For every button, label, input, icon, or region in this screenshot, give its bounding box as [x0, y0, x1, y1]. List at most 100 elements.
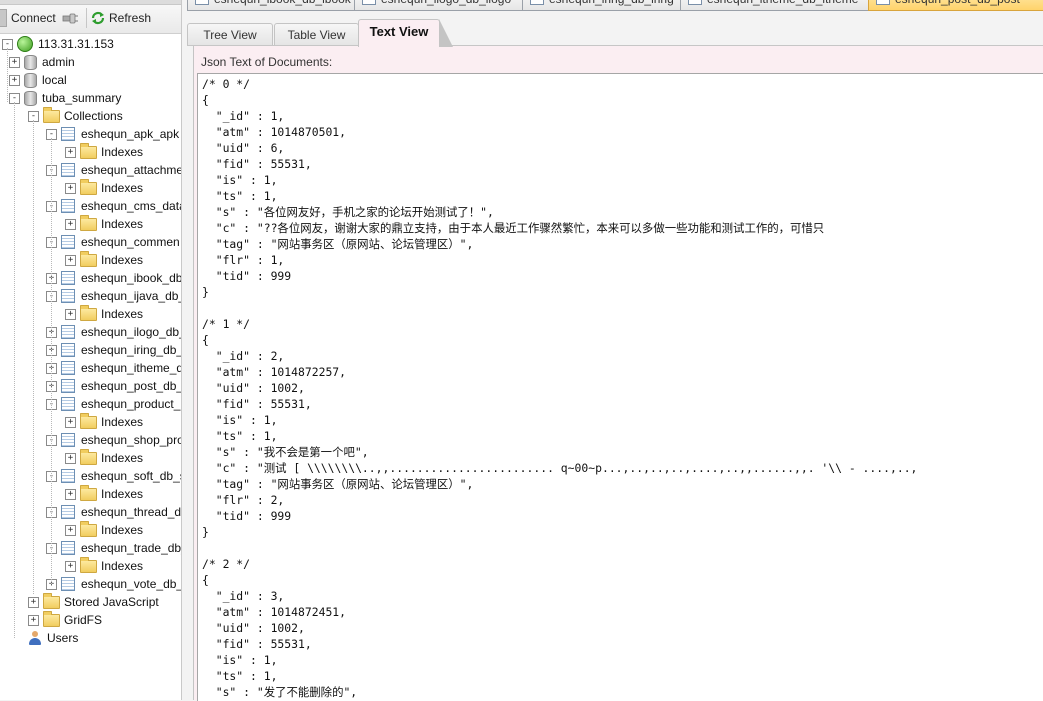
expand-toggle-icon[interactable]: +: [65, 254, 76, 266]
expand-toggle-icon[interactable]: +: [65, 218, 76, 230]
collection-icon: [61, 361, 75, 375]
tree-collection-node[interactable]: - eshequn_shop_pro: [46, 431, 181, 449]
indexes-label: Indexes: [101, 487, 144, 501]
collection-tab[interactable]: eshequn_itheme_db_itheme: [680, 0, 898, 11]
collection-label: eshequn_ibook_db: [81, 271, 181, 285]
tree-gridfs-node[interactable]: + GridFS: [28, 610, 103, 629]
folder-icon: [80, 520, 97, 537]
tree-collection-node[interactable]: - eshequn_soft_db_s: [46, 467, 181, 485]
tree-guide-line: [51, 138, 52, 584]
collection-icon: [61, 199, 75, 213]
connect-button[interactable]: Connect: [0, 9, 78, 27]
tree-database-node[interactable]: + admin: [9, 53, 75, 71]
database-label: tuba_summary: [42, 91, 122, 105]
table-icon: [688, 0, 702, 5]
expand-toggle-icon[interactable]: +: [28, 614, 39, 626]
plug-icon: [62, 13, 78, 24]
collection-tab-label: eshequn_post_db_post: [895, 0, 1020, 6]
expand-toggle-icon[interactable]: +: [65, 416, 76, 428]
collection-icon: [61, 379, 75, 393]
tree-guide-line: [33, 120, 34, 594]
folder-icon: [80, 250, 97, 267]
users-icon: [28, 631, 42, 645]
expand-toggle-icon[interactable]: +: [65, 146, 76, 158]
toolbar-separator: [86, 8, 87, 28]
expand-toggle-icon[interactable]: +: [65, 452, 76, 464]
tree-collection-node[interactable]: + eshequn_vote_db_: [46, 575, 181, 593]
users-label: Users: [47, 631, 79, 645]
tree-collection-node[interactable]: - eshequn_product_: [46, 395, 180, 413]
tree-indexes-node[interactable]: + Indexes: [65, 250, 143, 269]
collection-label: eshequn_shop_pro: [81, 433, 181, 447]
tree-collection-node[interactable]: - eshequn_cms_data: [46, 197, 181, 215]
indexes-label: Indexes: [101, 559, 144, 573]
collection-label: eshequn_post_db_: [81, 379, 181, 393]
tree-indexes-node[interactable]: + Indexes: [65, 556, 144, 575]
json-text-area[interactable]: /* 0 */ { "_id" : 1, "atm" : 1014870501,…: [197, 73, 1043, 701]
expand-toggle-icon[interactable]: +: [65, 524, 76, 536]
tree-collection-node[interactable]: - eshequn_attachme: [46, 161, 181, 179]
table-icon: [362, 0, 376, 5]
tab-table-view[interactable]: Table View: [274, 23, 359, 46]
tree-indexes-node[interactable]: + Indexes: [65, 178, 144, 197]
collection-icon: [61, 163, 75, 177]
tab-text-view[interactable]: Text View: [358, 19, 453, 47]
expand-toggle-icon[interactable]: +: [9, 74, 20, 86]
collection-icon: [61, 577, 75, 591]
tree-collection-node[interactable]: - eshequn_apk_apk: [46, 125, 179, 143]
tree-indexes-node[interactable]: + Indexes: [65, 412, 144, 431]
tree-collection-node[interactable]: - eshequn_thread_dl: [46, 503, 181, 521]
tree-collection-node[interactable]: + eshequn_ibook_db: [46, 269, 181, 287]
tree-collection-node[interactable]: + eshequn_ilogo_db_: [46, 323, 181, 341]
tree-database-node[interactable]: - tuba_summary: [9, 89, 121, 107]
indexes-label: Indexes: [101, 415, 144, 429]
tree-database-node[interactable]: + local: [9, 71, 67, 89]
tree-indexes-node[interactable]: + Indexes: [65, 214, 143, 233]
tree-server-node[interactable]: -113.31.31.153: [2, 35, 114, 53]
collection-tab[interactable]: eshequn_post_db_post: [868, 0, 1043, 11]
indexes-label: Indexes: [101, 307, 144, 321]
toolbar-top-strip: [0, 0, 181, 5]
folder-icon: [80, 178, 97, 195]
collection-label: eshequn_ilogo_db_: [81, 325, 181, 339]
tree-collection-node[interactable]: + eshequn_post_db_: [46, 377, 181, 395]
tree-stored-javascript-node[interactable]: + Stored JavaScript: [28, 592, 159, 611]
collection-icon: [61, 235, 75, 249]
folder-icon: [43, 106, 60, 123]
collection-icon: [61, 541, 75, 555]
tab-tree-view[interactable]: Tree View: [187, 23, 273, 46]
tree-collection-node[interactable]: + eshequn_iring_db_: [46, 341, 181, 359]
expand-toggle-icon[interactable]: +: [65, 560, 76, 572]
collection-tab-label: eshequn_iring_db_iring: [549, 0, 674, 6]
collection-label: eshequn_cms_data: [81, 199, 181, 213]
expand-toggle-icon[interactable]: +: [65, 308, 76, 320]
tree-indexes-node[interactable]: + Indexes: [65, 520, 143, 539]
text-view-panel: Json Text of Documents: /* 0 */ { "_id" …: [193, 46, 1043, 701]
indexes-label: Indexes: [101, 181, 144, 195]
expand-toggle-icon[interactable]: +: [65, 488, 76, 500]
tree-indexes-node[interactable]: + Indexes: [65, 484, 144, 503]
expand-toggle-icon[interactable]: +: [9, 56, 20, 68]
tree-collection-node[interactable]: - eshequn_commen: [46, 233, 180, 251]
tree-collection-node[interactable]: - eshequn_trade_db_: [46, 539, 181, 557]
tree-indexes-node[interactable]: + Indexes: [65, 304, 144, 323]
refresh-label: Refresh: [109, 11, 152, 25]
tree-indexes-node[interactable]: + Indexes: [65, 142, 143, 161]
tree-indexes-node[interactable]: + Indexes: [65, 448, 143, 467]
tree-collection-node[interactable]: - eshequn_ijava_db_: [46, 287, 181, 305]
gridfs-label: GridFS: [64, 613, 103, 627]
folder-icon: [80, 412, 97, 429]
collection-label: eshequn_apk_apk: [81, 127, 180, 141]
folder-icon: [80, 484, 97, 501]
tree-users-node[interactable]: Users: [28, 629, 78, 647]
tree-collections-folder[interactable]: - Collections: [28, 106, 123, 125]
collection-icon: [61, 343, 75, 357]
object-explorer: Connect Refresh -113.31.31.153 + admin + loc…: [0, 0, 182, 700]
refresh-button[interactable]: Refresh: [90, 9, 151, 27]
expand-toggle-icon[interactable]: +: [28, 596, 39, 608]
document-area: eshequn_ibook_db_ibook eshequn_ilogo_db_i…: [187, 0, 1043, 701]
database-icon: [24, 54, 37, 70]
tree-collection-node[interactable]: + eshequn_itheme_d: [46, 359, 181, 377]
collection-label: eshequn_product_: [81, 397, 181, 411]
expand-toggle-icon[interactable]: +: [65, 182, 76, 194]
